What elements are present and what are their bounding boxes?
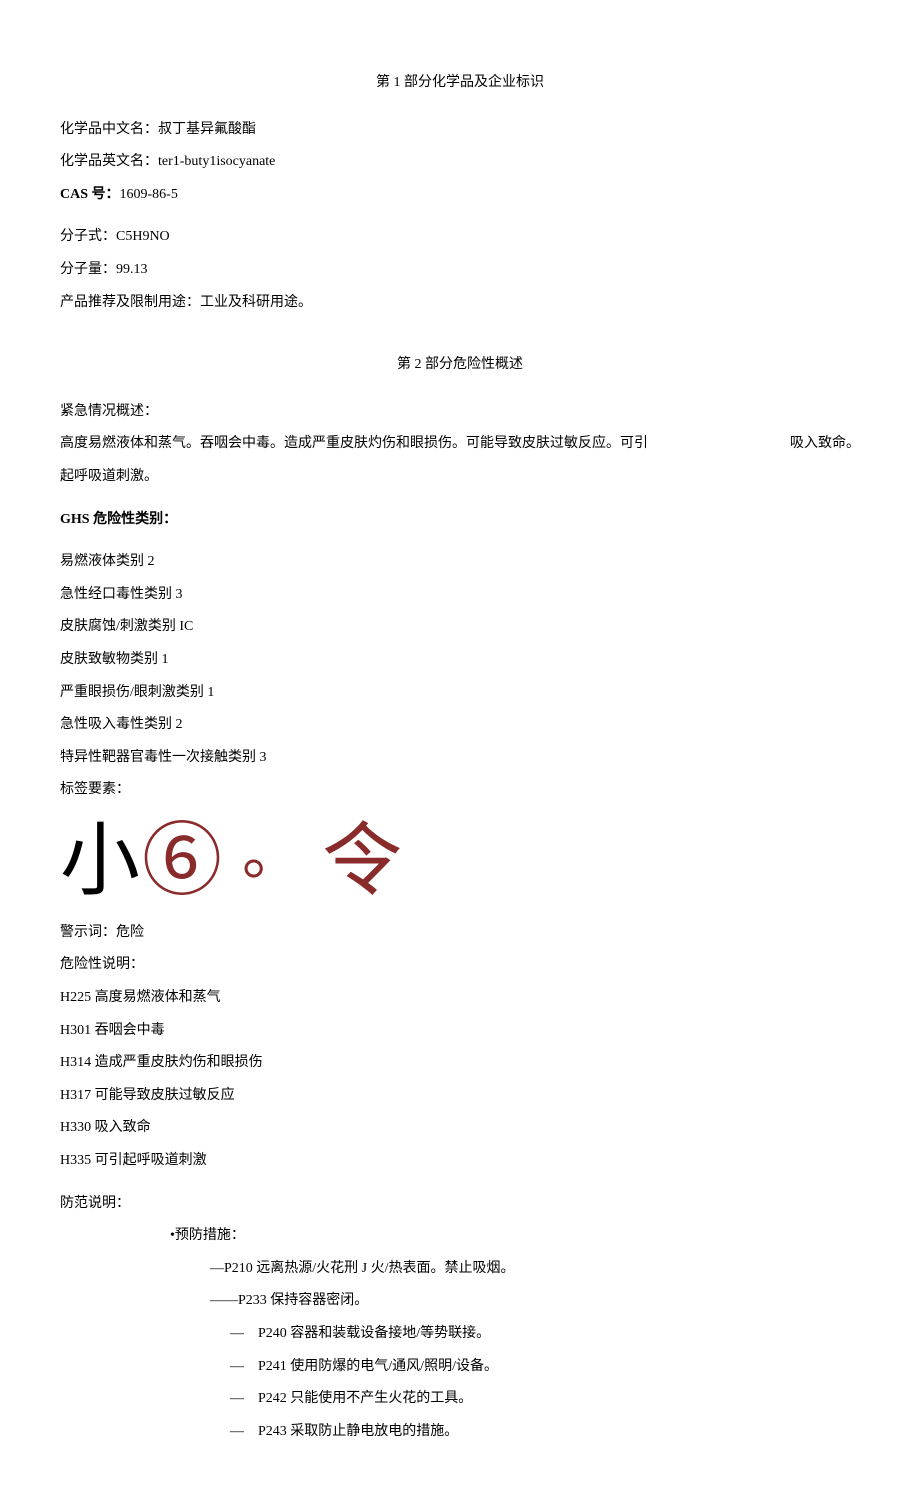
hazard-statement-item: H314 造成严重皮肤灼伤和眼损伤 xyxy=(60,1050,860,1077)
label-elements: 标签要素： xyxy=(60,777,860,804)
label-cas: CAS 号： xyxy=(60,187,120,202)
hazard-statement-item: H301 吞咽会中毒 xyxy=(60,1018,860,1045)
ghs-class-item: 易燃液体类别 2 xyxy=(60,549,860,576)
hazard-statement-item: H225 高度易燃液体和蒸气 xyxy=(60,985,860,1012)
signal-word: 警示词：危险 xyxy=(60,920,860,947)
ghs-class-item: 严重眼损伤/眼刺激类别 1 xyxy=(60,680,860,707)
ghs-class-item: 特异性靶器官毒性一次接触类别 3 xyxy=(60,745,860,772)
ghs-class-list: 易燃液体类别 2 急性经口毒性类别 3 皮肤腐蚀/刺激类别 IC 皮肤致敏物类别 1 严… xyxy=(60,549,860,771)
value-name-cn: 叔丁基异氟酸酯 xyxy=(158,122,256,137)
label-name-en: 化学品英文名： xyxy=(60,154,158,169)
emergency-left-fragment: 高度易燃液体和蒸气。吞咽会中毒。造成严重皮肤灼伤和眼损伤。可能导致皮肤过敏反应。… xyxy=(60,436,648,451)
emergency-overview-text: 吸入致命。 高度易燃液体和蒸气。吞咽会中毒。造成严重皮肤灼伤和眼损伤。可能导致皮… xyxy=(60,431,860,458)
precaution-label: 防范说明： xyxy=(60,1191,860,1218)
ghs-class-item: 皮肤腐蚀/刺激类别 IC xyxy=(60,614,860,641)
prevention-list: —P210 远离热源/火花刑 J 火/热表面。禁止吸烟。 ——P233 保持容器密… xyxy=(60,1256,860,1446)
ghs-class-item: 皮肤致敏物类别 1 xyxy=(60,647,860,674)
hazard-pictograms: 小⑥。令 xyxy=(60,822,860,902)
chemical-name-en: 化学品英文名：ter1-buty1isocyanate xyxy=(60,149,860,176)
pictogram-icon: 。 xyxy=(242,824,304,884)
emergency-right-fragment: 吸入致命。 xyxy=(790,431,860,458)
value-formula: C5H9NO xyxy=(116,229,170,244)
emergency-overview-line2: 起呼吸道刺激。 xyxy=(60,464,860,491)
section-2-title: 第 2 部分危险性概述 xyxy=(60,352,860,379)
value-cas: 1609-86-5 xyxy=(120,187,178,202)
pictogram-icon: 小 xyxy=(60,818,142,906)
value-mw: 99.13 xyxy=(116,262,148,277)
section-1-title: 第 1 部分化学品及企业标识 xyxy=(60,70,860,97)
prevention-item: —P210 远离热源/火花刑 J 火/热表面。禁止吸烟。 xyxy=(60,1256,860,1283)
label-use: 产品推荐及限制用途： xyxy=(60,295,200,310)
signal-value: 危险 xyxy=(116,925,144,940)
prevention-item: — P241 使用防爆的电气/通风/照明/设备。 xyxy=(60,1354,860,1381)
hazard-statements-list: H225 高度易燃液体和蒸气 H301 吞咽会中毒 H314 造成严重皮肤灼伤和眼损… xyxy=(60,985,860,1175)
molecular-formula: 分子式：C5H9NO xyxy=(60,224,860,251)
chemical-name-cn: 化学品中文名：叔丁基异氟酸酯 xyxy=(60,117,860,144)
prevention-item: — P240 容器和装载设备接地/等势联接。 xyxy=(60,1321,860,1348)
molecular-weight: 分子量：99.13 xyxy=(60,257,860,284)
hazard-statements-label: 危险性说明： xyxy=(60,952,860,979)
signal-label: 警示词： xyxy=(60,925,116,940)
cas-number: CAS 号：1609-86-5 xyxy=(60,182,860,209)
prevention-item: — P242 只能使用不产生火花的工具。 xyxy=(60,1386,860,1413)
label-name-cn: 化学品中文名： xyxy=(60,122,158,137)
label-mw: 分子量： xyxy=(60,262,116,277)
pictogram-icon: 令 xyxy=(322,818,404,906)
prevention-item: ——P233 保持容器密闭。 xyxy=(60,1288,860,1315)
ghs-class-item: 急性经口毒性类别 3 xyxy=(60,582,860,609)
pictogram-icon: ⑥ xyxy=(142,818,224,906)
value-use: 工业及科研用途。 xyxy=(200,295,312,310)
hazard-statement-item: H317 可能导致皮肤过敏反应 xyxy=(60,1083,860,1110)
hazard-statement-item: H335 可引起呼吸道刺激 xyxy=(60,1148,860,1175)
label-formula: 分子式： xyxy=(60,229,116,244)
prevention-item: — P243 采取防止静电放电的措施。 xyxy=(60,1419,860,1446)
value-name-en: ter1-buty1isocyanate xyxy=(158,154,275,169)
hazard-statement-item: H330 吸入致命 xyxy=(60,1115,860,1142)
prevention-header: •预防措施： xyxy=(60,1223,860,1250)
ghs-category-label: GHS 危险性类别： xyxy=(60,507,860,534)
emergency-overview-label: 紧急情况概述： xyxy=(60,399,860,426)
ghs-class-item: 急性吸入毒性类别 2 xyxy=(60,712,860,739)
recommended-use: 产品推荐及限制用途：工业及科研用途。 xyxy=(60,290,860,317)
